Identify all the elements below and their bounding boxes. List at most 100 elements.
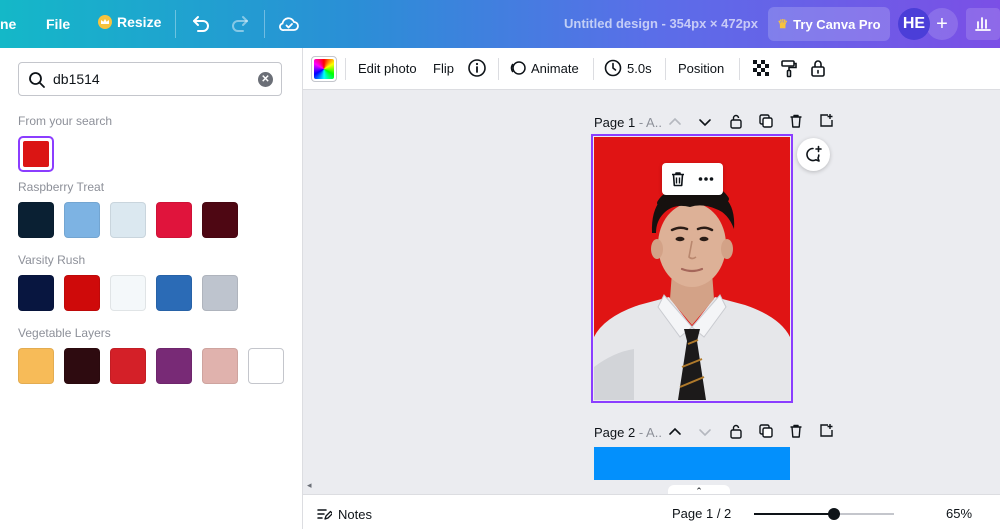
search-icon: [29, 72, 45, 88]
zoom-slider[interactable]: [754, 508, 894, 520]
divider: [739, 58, 740, 80]
search-result-color: [23, 141, 49, 167]
duplicate-icon[interactable]: [758, 423, 774, 439]
add-people-button[interactable]: +: [926, 8, 958, 40]
trash-icon[interactable]: [788, 423, 804, 439]
trash-icon[interactable]: [669, 170, 687, 188]
page-2-title: Page 2: [594, 425, 636, 440]
page-1-title: Page 1: [594, 115, 636, 130]
color-swatch[interactable]: [110, 202, 146, 238]
lock-icon[interactable]: [808, 58, 828, 78]
color-picker-button[interactable]: [311, 56, 337, 82]
horizontal-scrollbar[interactable]: ◂: [303, 480, 1000, 494]
color-swatch[interactable]: [156, 275, 192, 311]
color-swatch[interactable]: [202, 202, 238, 238]
color-swatch[interactable]: [64, 202, 100, 238]
notes-icon: [317, 509, 332, 520]
page-indicator[interactable]: Page 1 / 2: [672, 506, 731, 521]
undo-icon[interactable]: [189, 12, 213, 36]
plus-icon: +: [936, 12, 948, 35]
chevron-down-icon[interactable]: [697, 424, 713, 440]
color-swatch[interactable]: [110, 275, 146, 311]
color-swatch[interactable]: [248, 348, 284, 384]
home-menu[interactable]: ne: [0, 16, 16, 32]
palette-name: Varsity Rush: [18, 253, 86, 267]
divider: [498, 58, 499, 80]
divider: [665, 58, 666, 80]
insights-button[interactable]: [966, 8, 1000, 40]
page-1-label[interactable]: Page 1 - A..: [594, 115, 662, 130]
element-floating-toolbar: [662, 163, 723, 195]
chevron-up-icon[interactable]: [667, 114, 683, 130]
notes-label: Notes: [338, 506, 372, 522]
zoom-level[interactable]: 65%: [946, 506, 972, 521]
lock-icon[interactable]: [728, 113, 744, 129]
edit-photo-button[interactable]: Edit photo: [358, 61, 417, 76]
page-2-subtitle: - A..: [638, 425, 662, 440]
scroll-left-icon[interactable]: ◂: [307, 480, 312, 491]
add-comment-button[interactable]: [797, 138, 830, 171]
page-2-canvas[interactable]: [594, 447, 790, 480]
zoom-slider-fill: [754, 513, 834, 515]
color-swatch[interactable]: [18, 202, 54, 238]
redo-icon[interactable]: [228, 12, 252, 36]
chevron-up-icon[interactable]: [667, 424, 683, 440]
clock-icon: [604, 59, 622, 77]
info-icon[interactable]: [467, 58, 487, 78]
divider: [175, 10, 176, 38]
color-swatch[interactable]: [202, 275, 238, 311]
search-input[interactable]: [53, 71, 243, 87]
transparency-icon[interactable]: [751, 58, 771, 78]
avatar[interactable]: HE: [898, 8, 930, 40]
design-title[interactable]: Untitled design - 354px × 472px: [564, 16, 758, 31]
duration-label: 5.0s: [627, 60, 652, 76]
cloud-save-icon[interactable]: [277, 12, 301, 36]
divider: [593, 58, 594, 80]
color-swatch[interactable]: [202, 348, 238, 384]
color-swatch[interactable]: [110, 348, 146, 384]
divider: [264, 10, 265, 38]
color-swatch[interactable]: [156, 202, 192, 238]
position-button[interactable]: Position: [678, 61, 724, 76]
clear-search-icon[interactable]: ✕: [258, 72, 273, 87]
page-1-subtitle: - A..: [638, 115, 662, 130]
color-swatch[interactable]: [18, 348, 54, 384]
more-options-icon[interactable]: [697, 170, 715, 188]
try-pro-button[interactable]: ♛ Try Canva Pro: [768, 7, 890, 41]
color-swatch[interactable]: [64, 348, 100, 384]
color-search-box[interactable]: ✕: [18, 62, 282, 96]
resize-button[interactable]: Resize: [98, 14, 161, 30]
avatar-initials: HE: [902, 15, 926, 32]
paint-roller-icon[interactable]: [779, 58, 799, 78]
context-toolbar: Edit photo Flip Animate 5.0s Position: [303, 48, 1000, 90]
animate-label: Animate: [531, 60, 579, 76]
animate-button[interactable]: Animate: [509, 59, 579, 77]
bar-chart-icon: [975, 17, 991, 31]
add-page-icon[interactable]: [818, 423, 834, 439]
page-2-label[interactable]: Page 2 - A..: [594, 425, 662, 440]
color-swatch[interactable]: [64, 275, 100, 311]
search-result-swatch[interactable]: [18, 136, 54, 172]
rainbow-icon: [314, 59, 334, 79]
animate-icon: [510, 61, 526, 75]
duration-button[interactable]: 5.0s: [604, 59, 652, 77]
add-page-icon[interactable]: [818, 113, 834, 129]
crown-icon: [98, 15, 112, 29]
crown-icon: ♛: [777, 17, 789, 31]
color-panel: ✕ From your search Raspberry Treat Varsi…: [0, 48, 303, 529]
color-swatch[interactable]: [156, 348, 192, 384]
divider: [345, 58, 346, 80]
color-swatch[interactable]: [18, 275, 54, 311]
section-label-from-search: From your search: [18, 114, 113, 128]
duplicate-icon[interactable]: [758, 113, 774, 129]
top-bar: ne File Resize Untitled design - 354px ×…: [0, 0, 1000, 48]
zoom-slider-thumb[interactable]: [827, 508, 840, 520]
lock-icon[interactable]: [728, 423, 744, 439]
palette-name: Raspberry Treat: [18, 180, 105, 194]
chevron-down-icon[interactable]: [697, 114, 713, 130]
bottom-bar: Notes Page 1 / 2 65%: [303, 494, 1000, 529]
file-menu[interactable]: File: [46, 16, 70, 32]
flip-button[interactable]: Flip: [433, 61, 454, 76]
trash-icon[interactable]: [788, 113, 804, 129]
notes-button[interactable]: Notes: [316, 506, 372, 522]
